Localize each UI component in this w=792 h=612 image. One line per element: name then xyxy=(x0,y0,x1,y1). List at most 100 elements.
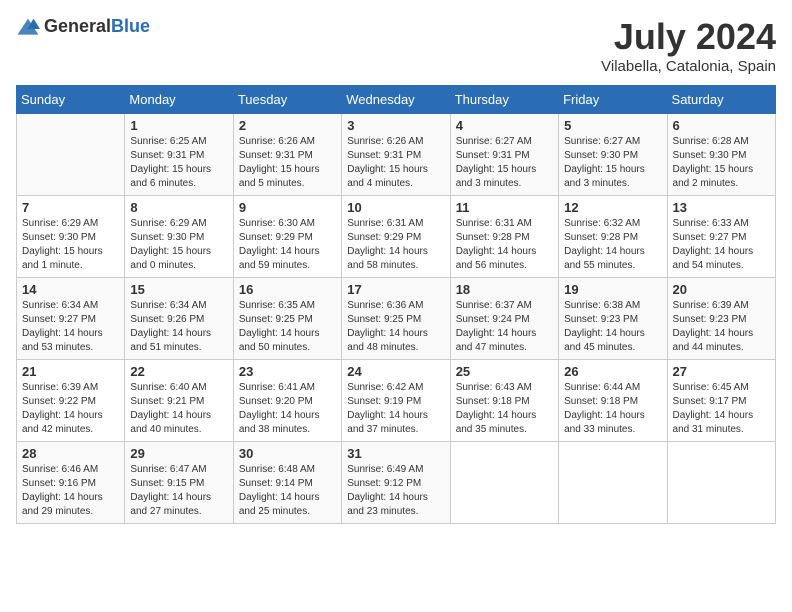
sunrise-label: Sunrise: 6:33 AM xyxy=(673,218,749,229)
sunrise-label: Sunrise: 6:38 AM xyxy=(564,300,640,311)
daylight-label: Daylight: 15 hours and 6 minutes. xyxy=(130,164,211,189)
sunset-label: Sunset: 9:22 PM xyxy=(22,396,96,407)
sunset-label: Sunset: 9:27 PM xyxy=(22,314,96,325)
sunrise-label: Sunrise: 6:48 AM xyxy=(239,464,315,475)
day-info: Sunrise: 6:44 AM Sunset: 9:18 PM Daylight:… xyxy=(564,381,661,437)
sunset-label: Sunset: 9:30 PM xyxy=(22,232,96,243)
day-info: Sunrise: 6:26 AMSunset: 9:31 PMDaylight:… xyxy=(239,135,336,191)
calendar-cell: 27 Sunrise: 6:45 AM Sunset: 9:17 PM Dayligh… xyxy=(667,360,775,442)
day-number: 11 xyxy=(456,200,553,215)
day-info: Sunrise: 6:46 AMSunset: 9:16 PMDaylight:… xyxy=(22,463,119,519)
day-info: Sunrise: 6:33 AMSunset: 9:27 PMDaylight:… xyxy=(673,217,770,273)
sunrise-label: Sunrise: 6:34 AM xyxy=(22,300,98,311)
sunrise-label: Sunrise: 6:39 AM xyxy=(22,382,98,393)
calendar-cell: 12Sunrise: 6:32 AMSunset: 9:28 PMDayligh… xyxy=(559,196,667,278)
weekday-header-wednesday: Wednesday xyxy=(342,86,450,114)
daylight-label: Daylight: 14 hours and 29 minutes. xyxy=(22,492,103,517)
day-info: Sunrise: 6:47 AMSunset: 9:15 PMDaylight:… xyxy=(130,463,227,519)
day-info: Sunrise: 6:38 AMSunset: 9:23 PMDaylight:… xyxy=(564,299,661,355)
sunrise-label: Sunrise: 6:45 AM xyxy=(673,382,749,393)
day-info: Sunrise: 6:42 AMSunset: 9:19 PMDaylight:… xyxy=(347,381,444,437)
daylight-label: Daylight: 14 hours and 38 minutes. xyxy=(239,410,320,435)
month-title: July 2024 xyxy=(601,16,776,58)
day-number: 22 xyxy=(130,364,227,379)
sunset-label: Sunset: 9:23 PM xyxy=(673,314,747,325)
daylight-label: Daylight: 15 hours and 3 minutes. xyxy=(564,164,645,189)
daylight-label: Daylight: 14 hours and 51 minutes. xyxy=(130,328,211,353)
day-number: 27 xyxy=(673,364,770,379)
day-number: 2 xyxy=(239,118,336,133)
weekday-header-monday: Monday xyxy=(125,86,233,114)
day-info: Sunrise: 6:34 AMSunset: 9:27 PMDaylight:… xyxy=(22,299,119,355)
sunset-label: Sunset: 9:31 PM xyxy=(347,150,421,161)
day-number: 26 xyxy=(564,364,661,379)
sunrise-label: Sunrise: 6:32 AM xyxy=(564,218,640,229)
daylight-label: Daylight: 15 hours and 4 minutes. xyxy=(347,164,428,189)
day-number: 1 xyxy=(130,118,227,133)
day-info: Sunrise: 6:35 AM Sunset: 9:25 PM Daylight:… xyxy=(239,299,336,355)
sunrise-label: Sunrise: 6:29 AM xyxy=(130,218,206,229)
sunset-label: Sunset: 9:30 PM xyxy=(564,150,638,161)
day-number: 15 xyxy=(130,282,227,297)
sunrise-label: Sunrise: 6:31 AM xyxy=(456,218,532,229)
daylight-label: Daylight: 14 hours and 55 minutes. xyxy=(564,246,645,271)
calendar-cell: 26 Sunrise: 6:44 AM Sunset: 9:18 PM Dayligh… xyxy=(559,360,667,442)
sunset-label: Sunset: 9:17 PM xyxy=(673,396,747,407)
day-number: 9 xyxy=(239,200,336,215)
sunrise-label: Sunrise: 6:28 AM xyxy=(673,136,749,147)
sunset-label: Sunset: 9:25 PM xyxy=(239,314,313,325)
day-number: 3 xyxy=(347,118,444,133)
day-number: 17 xyxy=(347,282,444,297)
sunset-label: Sunset: 9:29 PM xyxy=(239,232,313,243)
daylight-label: Daylight: 14 hours and 33 minutes. xyxy=(564,410,645,435)
sunrise-label: Sunrise: 6:26 AM xyxy=(239,136,315,147)
day-info: Sunrise: 6:25 AMSunset: 9:31 PMDaylight:… xyxy=(130,135,227,191)
day-number: 6 xyxy=(673,118,770,133)
sunrise-label: Sunrise: 6:34 AM xyxy=(130,300,206,311)
logo-text: GeneralBlue xyxy=(44,16,150,37)
weekday-header-row: SundayMondayTuesdayWednesdayThursdayFrid… xyxy=(17,86,776,114)
sunrise-label: Sunrise: 6:44 AM xyxy=(564,382,640,393)
day-info: Sunrise: 6:45 AM Sunset: 9:17 PM Daylight:… xyxy=(673,381,770,437)
sunset-label: Sunset: 9:20 PM xyxy=(239,396,313,407)
daylight-label: Daylight: 14 hours and 40 minutes. xyxy=(130,410,211,435)
daylight-label: Daylight: 14 hours and 50 minutes. xyxy=(239,328,320,353)
sunset-label: Sunset: 9:31 PM xyxy=(130,150,204,161)
sunset-label: Sunset: 9:31 PM xyxy=(456,150,530,161)
sunset-label: Sunset: 9:28 PM xyxy=(456,232,530,243)
day-number: 13 xyxy=(673,200,770,215)
day-info: Sunrise: 6:31 AMSunset: 9:29 PMDaylight:… xyxy=(347,217,444,273)
sunrise-label: Sunrise: 6:43 AM xyxy=(456,382,532,393)
sunrise-label: Sunrise: 6:41 AM xyxy=(239,382,315,393)
day-info: Sunrise: 6:37 AMSunset: 9:24 PMDaylight:… xyxy=(456,299,553,355)
day-info: Sunrise: 6:49 AMSunset: 9:12 PMDaylight:… xyxy=(347,463,444,519)
daylight-label: Daylight: 14 hours and 31 minutes. xyxy=(673,410,754,435)
sunset-label: Sunset: 9:31 PM xyxy=(239,150,313,161)
day-info: Sunrise: 6:39 AMSunset: 9:22 PMDaylight:… xyxy=(22,381,119,437)
logo: GeneralBlue xyxy=(16,16,150,37)
sunrise-label: Sunrise: 6:37 AM xyxy=(456,300,532,311)
calendar-cell: 31Sunrise: 6:49 AMSunset: 9:12 PMDayligh… xyxy=(342,442,450,524)
sunrise-label: Sunrise: 6:49 AM xyxy=(347,464,423,475)
day-number: 29 xyxy=(130,446,227,461)
daylight-label: Daylight: 14 hours and 44 minutes. xyxy=(673,328,754,353)
page-header: GeneralBlue July 2024 Vilabella, Catalon… xyxy=(16,16,776,75)
sunset-label: Sunset: 9:18 PM xyxy=(564,396,638,407)
calendar-cell: 25Sunrise: 6:43 AMSunset: 9:18 PMDayligh… xyxy=(450,360,558,442)
calendar-cell: 1 Sunrise: 6:25 AMSunset: 9:31 PMDaylight… xyxy=(125,114,233,196)
calendar-cell: 30Sunrise: 6:48 AMSunset: 9:14 PMDayligh… xyxy=(233,442,341,524)
day-info: Sunrise: 6:39 AMSunset: 9:23 PMDaylight:… xyxy=(673,299,770,355)
calendar-cell xyxy=(667,442,775,524)
weekday-header-sunday: Sunday xyxy=(17,86,125,114)
sunrise-label: Sunrise: 6:47 AM xyxy=(130,464,206,475)
sunset-label: Sunset: 9:27 PM xyxy=(673,232,747,243)
day-number: 23 xyxy=(239,364,336,379)
calendar-cell: 5Sunrise: 6:27 AMSunset: 9:30 PMDaylight… xyxy=(559,114,667,196)
daylight-label: Daylight: 14 hours and 56 minutes. xyxy=(456,246,537,271)
daylight-label: Daylight: 15 hours and 2 minutes. xyxy=(673,164,754,189)
day-info: Sunrise: 6:29 AMSunset: 9:30 PMDaylight:… xyxy=(22,217,119,273)
logo-icon xyxy=(16,17,40,37)
sunrise-label: Sunrise: 6:35 AM xyxy=(239,300,315,311)
calendar-cell: 3Sunrise: 6:26 AMSunset: 9:31 PMDaylight… xyxy=(342,114,450,196)
calendar-cell: 28Sunrise: 6:46 AMSunset: 9:16 PMDayligh… xyxy=(17,442,125,524)
